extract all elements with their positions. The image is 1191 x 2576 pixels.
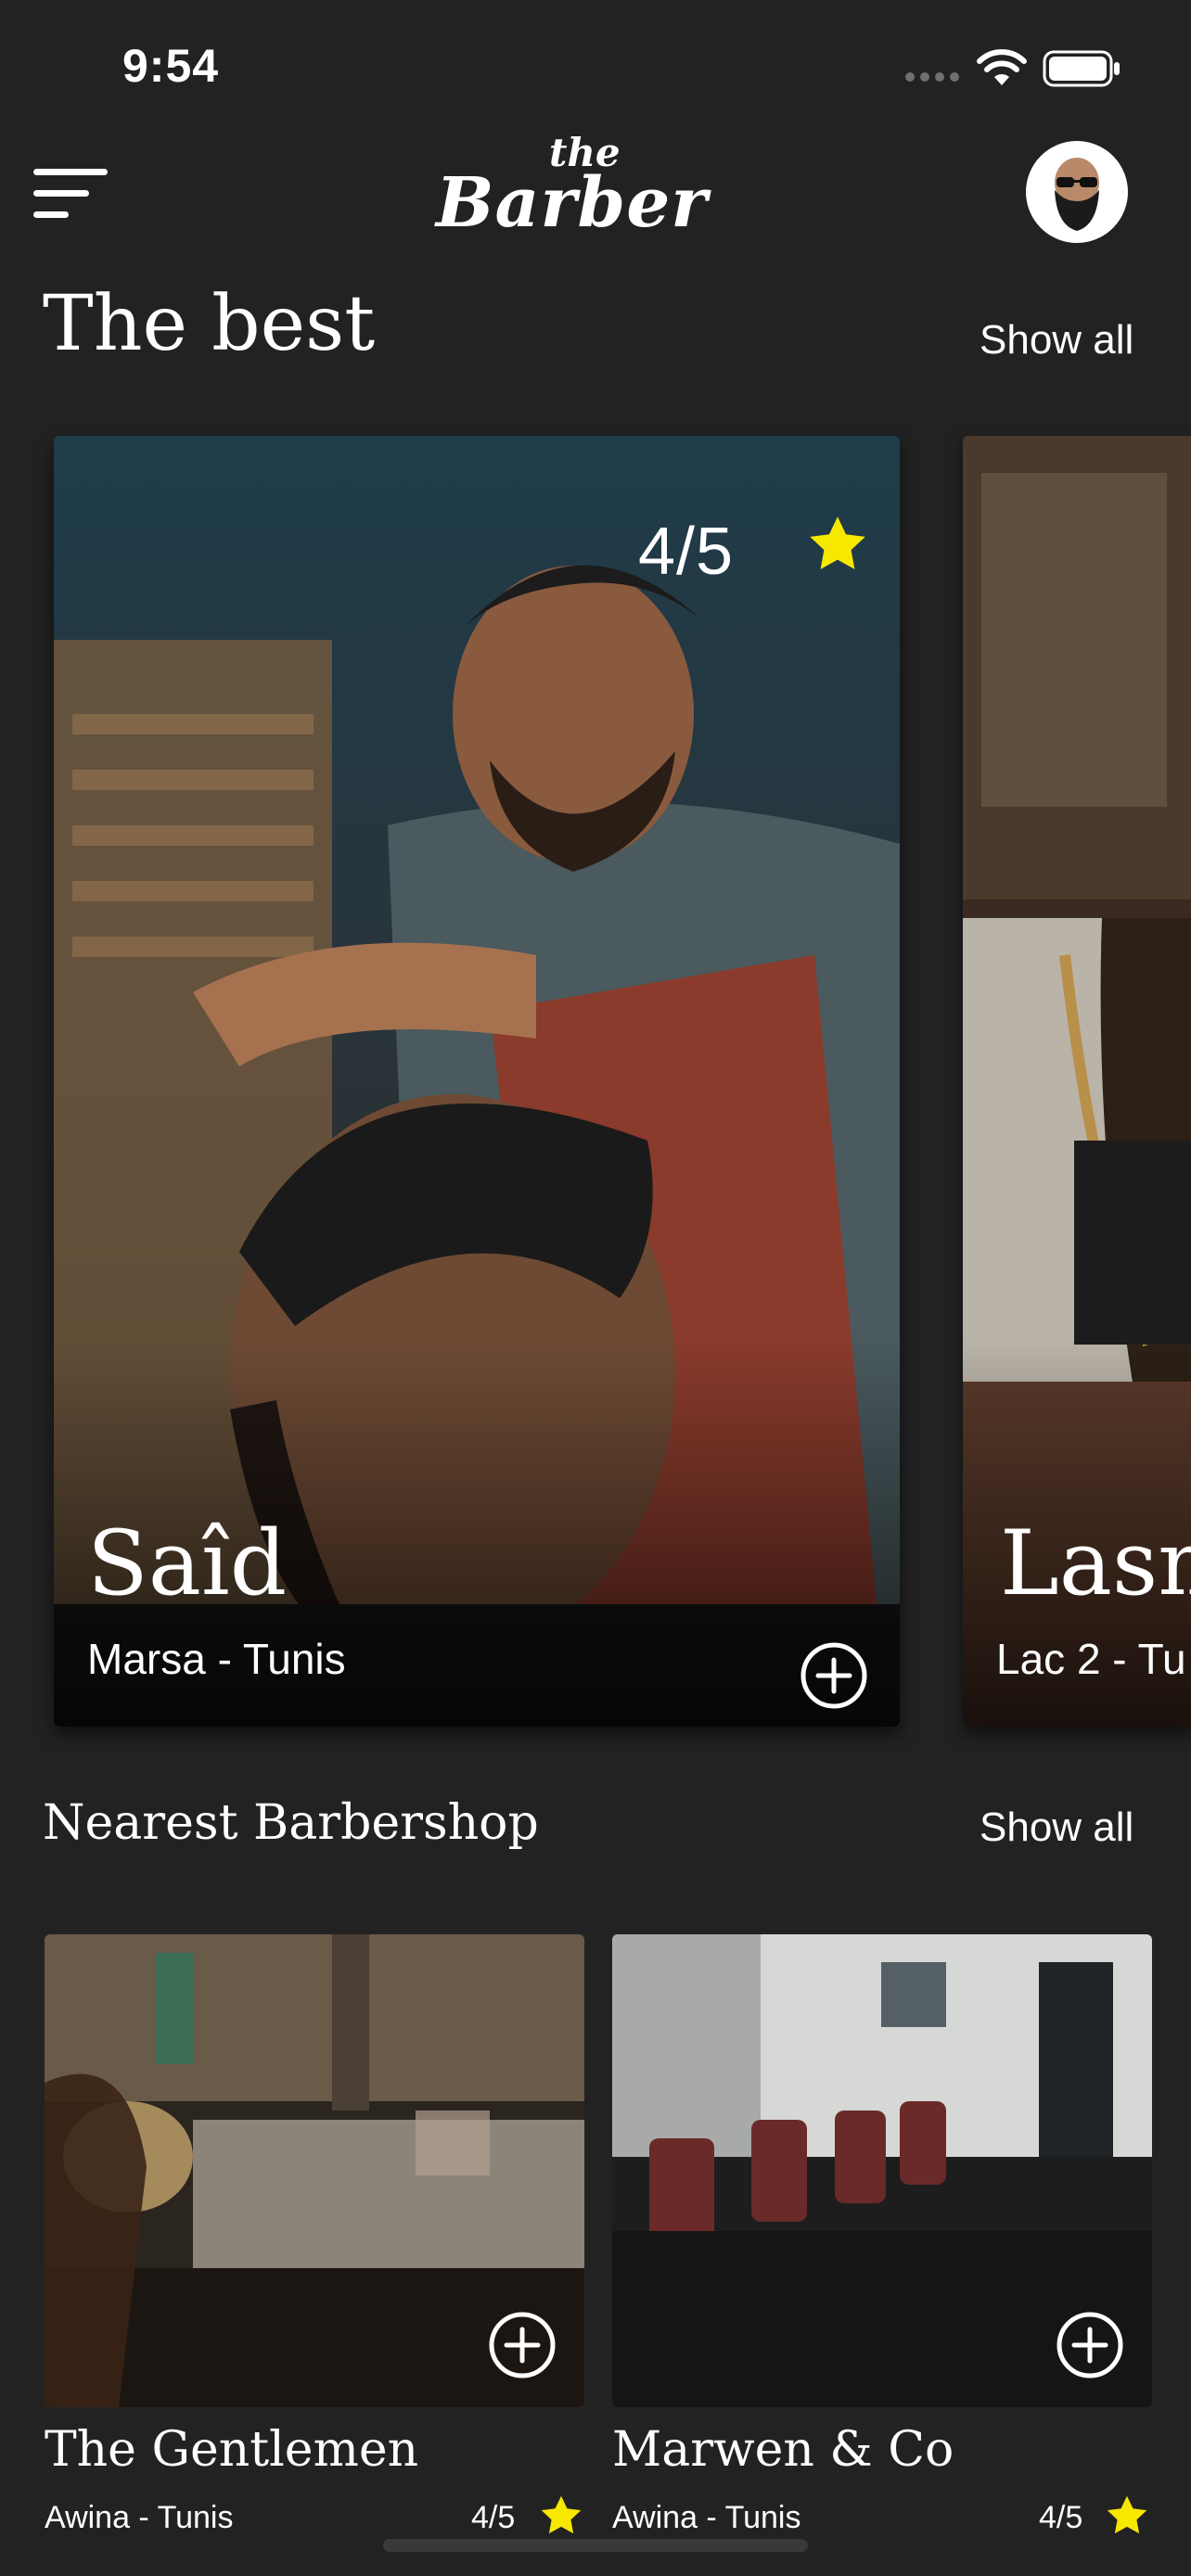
star-icon: [810, 516, 865, 569]
add-circle-icon[interactable]: [1056, 2311, 1124, 2379]
shop-name: Marwen & Co: [612, 2422, 954, 2478]
logo-barber: Barber: [436, 163, 709, 243]
avatar[interactable]: [1026, 141, 1128, 243]
barber-rating: 4/5: [638, 515, 735, 589]
nearest-show-all-link[interactable]: Show all: [980, 1804, 1133, 1851]
wifi-icon: [977, 49, 1027, 85]
barber-location: Marsa - Tunis: [87, 1635, 346, 1683]
shop-rating: 4/5: [1039, 2500, 1083, 2535]
status-bar: 9:54: [0, 0, 1191, 121]
app-header: the Barber: [0, 121, 1191, 256]
shop-location: Awina - Tunis: [45, 2500, 234, 2535]
best-show-all-link[interactable]: Show all: [980, 317, 1133, 363]
signal-icon: [905, 72, 959, 82]
star-icon: [541, 2495, 582, 2534]
app-logo: the Barber: [436, 126, 714, 256]
shop-location: Awina - Tunis: [612, 2500, 801, 2535]
barber-location: Lac 2 - Tu: [996, 1635, 1186, 1683]
menu-icon[interactable]: [33, 163, 109, 223]
nearest-section-title: Nearest Barbershop: [43, 1795, 539, 1851]
add-circle-icon[interactable]: [488, 2311, 557, 2379]
shop-card-the-gentlemen[interactable]: [45, 1934, 584, 2407]
home-indicator: [383, 2539, 808, 2552]
status-time: 9:54: [122, 40, 220, 92]
add-circle-icon[interactable]: [800, 1641, 868, 1710]
avatar-image: [1029, 144, 1125, 240]
barber-card-lasm[interactable]: Lasm Lac 2 - Tu: [963, 436, 1191, 1727]
barber-card-said[interactable]: 4/5 Saîd Marsa - Tunis: [54, 436, 900, 1727]
best-section-title: The best: [43, 280, 376, 368]
shop-card-marwen-co[interactable]: [612, 1934, 1152, 2407]
barber-name: Lasm: [1000, 1511, 1191, 1615]
shop-name: The Gentlemen: [45, 2422, 419, 2478]
star-icon: [1107, 2495, 1147, 2534]
barber-name: Saîd: [87, 1511, 288, 1615]
shop-rating: 4/5: [471, 2500, 516, 2535]
battery-icon: [1043, 50, 1120, 87]
